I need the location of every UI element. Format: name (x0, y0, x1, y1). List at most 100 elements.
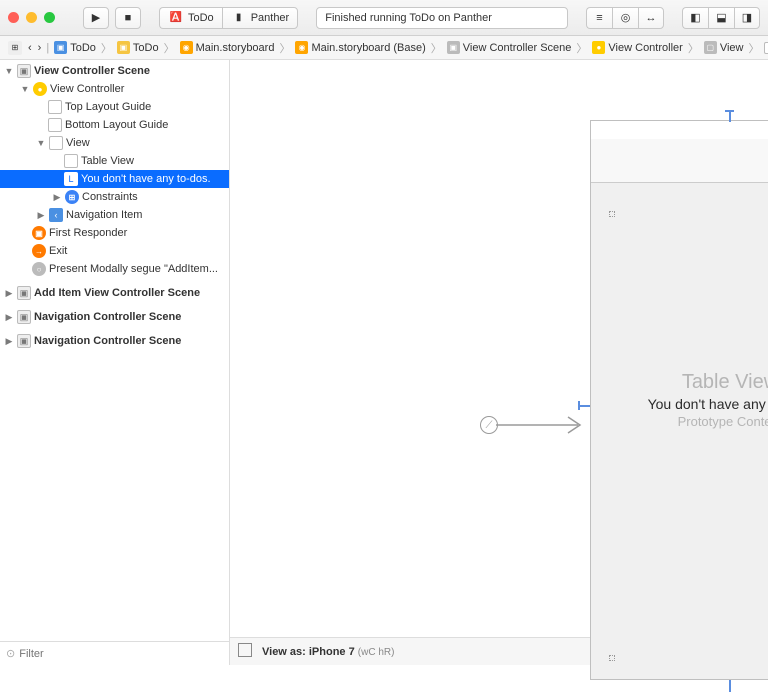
segue-icon: ○ (32, 262, 46, 276)
zoom-window[interactable] (44, 12, 55, 23)
right-panel-toggle[interactable]: ◨ (734, 7, 760, 29)
app-icon: 🅰️ (168, 10, 184, 26)
outline-toggle[interactable] (238, 643, 252, 660)
canvas-area: ⟋ ● ▣ → + (230, 60, 768, 665)
chevron-left-icon: ‹ (28, 42, 32, 54)
main-area: ▼▣View Controller Scene ▼●View Controlle… (0, 60, 768, 665)
close-window[interactable] (8, 12, 19, 23)
crumb-vc[interactable]: ●View Controller (590, 41, 684, 54)
crumb-scene[interactable]: ▣View Controller Scene (445, 41, 574, 54)
label-row-selected[interactable]: LYou don't have any to-dos. (0, 170, 229, 188)
layout-guide-row[interactable]: Top Layout Guide (0, 98, 229, 116)
constraint-line[interactable] (729, 680, 731, 692)
empty-label[interactable]: You don't have any to-dos. (591, 396, 768, 412)
version-editor-button[interactable]: ↔ (638, 7, 664, 29)
scene-row[interactable]: ▶▣Add Item View Controller Scene (0, 284, 229, 302)
scene-icon: ▣ (17, 334, 31, 348)
minimize-window[interactable] (26, 12, 37, 23)
scene-row[interactable]: ▼▣View Controller Scene (0, 62, 229, 80)
view-as-button[interactable]: View as: iPhone 7 (wC hR) (262, 646, 394, 658)
panel-toggle-group: ◧ ⬓ ◨ (682, 7, 760, 29)
disclosure-icon: ▶ (4, 288, 14, 299)
scene-icon: ▣ (17, 64, 31, 78)
exit-row[interactable]: →Exit (0, 242, 229, 260)
disclosure-icon: ▼ (20, 84, 30, 94)
device-frame[interactable]: + Table View You don't have any to-dos. … (590, 120, 768, 680)
view-row[interactable]: ▼View (0, 134, 229, 152)
navitem-icon: ‹ (49, 208, 63, 222)
project-icon: ▣ (54, 41, 67, 54)
tableview-row[interactable]: Table View (0, 152, 229, 170)
crumb-view[interactable]: ▢View (702, 41, 746, 54)
scene-row[interactable]: ▶▣Navigation Controller Scene (0, 332, 229, 350)
resize-handle[interactable] (609, 655, 615, 661)
filter-input[interactable] (19, 645, 223, 663)
navigation-bar: + (591, 139, 768, 183)
crumb-label[interactable]: LYou don't have any to-dos. (762, 42, 768, 54)
right-panel-icon: ◨ (742, 11, 752, 24)
back-button[interactable]: ‹ (26, 42, 34, 54)
version-editor-icon: ↔ (646, 12, 657, 24)
constraint-line[interactable] (578, 405, 590, 407)
first-responder-icon: ▣ (32, 226, 46, 240)
assistant-editor-icon: ◎ (621, 11, 631, 24)
disclosure-icon: ▶ (36, 210, 46, 221)
exit-icon: → (32, 244, 46, 258)
folder-icon: ▣ (117, 41, 130, 54)
constraints-row[interactable]: ▶⊞Constraints (0, 188, 229, 206)
activity-status: Finished running ToDo on Panther (316, 7, 568, 29)
first-responder-row[interactable]: ▣First Responder (0, 224, 229, 242)
view-icon: ▢ (704, 41, 717, 54)
status-bar (591, 121, 768, 139)
constraints-icon: ⊞ (65, 190, 79, 204)
run-button[interactable]: ▶ (83, 7, 109, 29)
guide-icon (48, 100, 62, 114)
disclosure-icon: ▼ (4, 66, 14, 76)
scene-row[interactable]: ▶▣Navigation Controller Scene (0, 308, 229, 326)
outline-tree: ▼▣View Controller Scene ▼●View Controlle… (0, 60, 229, 641)
standard-editor-icon: ≡ (596, 12, 602, 24)
vc-row[interactable]: ▼●View Controller (0, 80, 229, 98)
assistant-editor-button[interactable]: ◎ (612, 7, 638, 29)
constraint-line (725, 110, 734, 112)
scheme-selector[interactable]: 🅰️ToDo ▮Panther (159, 7, 298, 29)
scheme-device: Panther (251, 12, 290, 24)
play-icon: ▶ (92, 11, 100, 24)
filter-icon: ⊙ (6, 647, 15, 660)
navitem-row[interactable]: ▶‹Navigation Item (0, 206, 229, 224)
left-panel-toggle[interactable]: ◧ (682, 7, 708, 29)
tableview-icon (64, 154, 78, 168)
outline-icon (238, 643, 252, 657)
crumb-folder[interactable]: ▣ToDo (115, 41, 161, 54)
label-icon: L (64, 172, 78, 186)
crumb-storyboard-base[interactable]: ◉Main.storyboard (Base) (293, 41, 427, 54)
chevron-right-icon: › (38, 42, 42, 54)
standard-editor-button[interactable]: ≡ (586, 7, 612, 29)
disclosure-icon: ▶ (4, 336, 14, 347)
related-icon: ⊞ (8, 41, 22, 55)
segue-row[interactable]: ○Present Modally segue "AddItem... (0, 260, 229, 278)
stop-icon: ■ (125, 12, 132, 24)
crumb-storyboard[interactable]: ◉Main.storyboard (178, 41, 277, 54)
document-outline: ▼▣View Controller Scene ▼●View Controlle… (0, 60, 230, 665)
ib-canvas[interactable]: ⟋ ● ▣ → + (230, 60, 768, 637)
scheme-target: ToDo (188, 12, 214, 24)
storyboard-icon: ◉ (295, 41, 308, 54)
scene-icon: ▣ (17, 310, 31, 324)
jump-bar: ⊞ ‹ › | ▣ToDo〉 ▣ToDo〉 ◉Main.storyboard〉 … (0, 36, 768, 60)
window-controls (8, 12, 55, 23)
bottom-panel-toggle[interactable]: ⬓ (708, 7, 734, 29)
guide-icon (48, 118, 62, 132)
left-panel-icon: ◧ (690, 11, 700, 24)
crumb-project[interactable]: ▣ToDo (52, 41, 98, 54)
layout-guide-row[interactable]: Bottom Layout Guide (0, 116, 229, 134)
vc-icon: ● (592, 41, 605, 54)
resize-handle[interactable] (609, 211, 615, 217)
constraint-line[interactable] (729, 110, 731, 122)
stop-button[interactable]: ■ (115, 7, 141, 29)
forward-button[interactable]: › (36, 42, 44, 54)
related-items-button[interactable]: ⊞ (6, 41, 24, 55)
label-icon: L (764, 42, 768, 54)
table-view[interactable]: Table View You don't have any to-dos. Pr… (591, 371, 768, 429)
outline-filter: ⊙ (0, 641, 229, 665)
